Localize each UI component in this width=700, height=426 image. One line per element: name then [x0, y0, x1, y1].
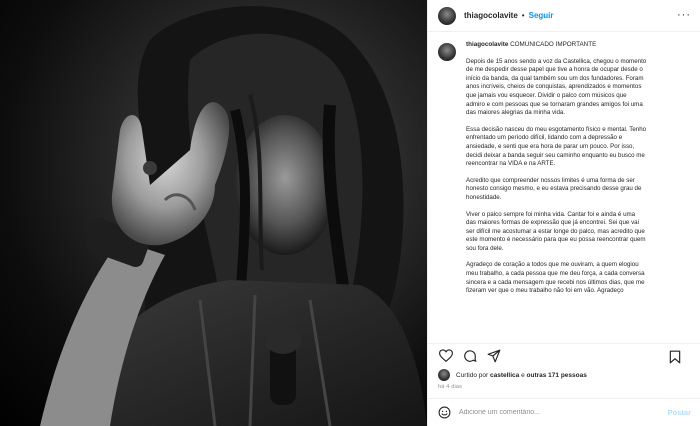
- caption-line: ser difícil me acostumar a estar longe d…: [466, 227, 645, 235]
- liker-avatar[interactable]: [438, 369, 450, 381]
- caption-line: reencontrar na VIDA e na ARTE.: [466, 160, 556, 168]
- heart-icon[interactable]: [438, 348, 453, 363]
- caption-line: ansiedade, e senti que era hora de parar…: [466, 142, 635, 150]
- likes-others-link[interactable]: outras 171 pessoas: [527, 372, 587, 379]
- likes-prefix: Curtido por: [456, 371, 489, 379]
- post-comment-button[interactable]: Postar: [668, 408, 691, 417]
- caption-line: das maiores alegrias da minha vida.: [466, 109, 566, 117]
- post-photo[interactable]: [0, 0, 427, 426]
- comment-bar: Postar: [428, 398, 700, 426]
- post-photo-illustration: [40, 6, 427, 426]
- likes-text: Curtido por castellica e outras 171 pess…: [456, 372, 587, 379]
- caption-line: Essa decisão nasceu do meu esgotamento f…: [466, 125, 647, 133]
- caption-line: anos incríveis, cheios de conquistas, ap…: [466, 83, 642, 91]
- follow-button[interactable]: Seguir: [529, 11, 554, 20]
- caption-line: que jamais vou esquecer. Dividir o palco…: [466, 91, 627, 99]
- caption-avatar[interactable]: [438, 43, 456, 61]
- caption-line: este momento é necessário para que eu po…: [466, 236, 646, 244]
- caption-line: Agradeço de coração a todos que me ouvir…: [466, 261, 639, 269]
- caption-line: sou fora dele.: [466, 244, 504, 252]
- comment-input[interactable]: [459, 409, 639, 416]
- caption-heading: thiagocolavite COMUNICADO IMPORTANTE: [466, 41, 687, 50]
- caption-line: honesto consigo mesmo, e eu estava preci…: [466, 185, 642, 193]
- caption-line: de me despedir desse papel que tive a ho…: [466, 66, 643, 74]
- caption-paragraph: Depois de 15 anos sendo a voz da Castell…: [466, 58, 687, 118]
- author-username[interactable]: thiagocolavite: [464, 11, 518, 20]
- likes-connector: e: [521, 371, 525, 379]
- caption-line: admiro e com pessoas que se tornaram gra…: [466, 100, 643, 108]
- caption-paragraph: Acredito que compreender nossos limites …: [466, 177, 687, 203]
- likes-summary: Curtido por castellica e outras 171 pess…: [438, 369, 587, 381]
- bookmark-icon[interactable]: [667, 349, 682, 364]
- caption-section: thiagocolavite COMUNICADO IMPORTANTE Dep…: [428, 33, 700, 343]
- caption-line: sincera e a cada mensagem que recebi nos…: [466, 278, 645, 286]
- caption-line: Acredito que compreender nossos limites …: [466, 176, 635, 184]
- liker-username[interactable]: castellica: [490, 372, 519, 379]
- post-panel: thiagocolavite • Seguir ··· thiagocolavi…: [427, 0, 700, 426]
- header-separator: •: [521, 11, 525, 20]
- caption-line: início da banda, da qual também sou um d…: [466, 74, 644, 82]
- post-header: thiagocolavite • Seguir ···: [428, 0, 700, 32]
- author-avatar[interactable]: [438, 6, 456, 25]
- caption-line: enfrentado um período difícil, lidando c…: [466, 134, 623, 142]
- caption-line: fizeram ver que o meu trabalho não foi e…: [466, 287, 624, 295]
- comment-icon[interactable]: [462, 348, 477, 363]
- caption-paragraph: Viver o palco sempre foi minha vida. Can…: [466, 211, 687, 254]
- post-timestamp[interactable]: há 4 dias: [438, 384, 462, 390]
- caption-line: honestidade.: [466, 193, 502, 201]
- caption-title: COMUNICADO IMPORTANTE: [510, 41, 597, 48]
- caption-username[interactable]: thiagocolavite: [466, 41, 508, 48]
- caption-line: Viver o palco sempre foi minha vida. Can…: [466, 210, 636, 218]
- action-bar: [428, 343, 700, 367]
- caption-line: meu trabalho, a cada pessoa que me deu f…: [466, 270, 645, 278]
- more-options-icon[interactable]: ···: [677, 10, 691, 21]
- caption-line: das maiores formas de expressão que já e…: [466, 219, 640, 227]
- caption-line: Depois de 15 anos sendo a voz da Castell…: [466, 57, 647, 65]
- emoji-icon[interactable]: [438, 406, 451, 419]
- share-icon[interactable]: [486, 348, 501, 363]
- caption-paragraph: Agradeço de coração a todos que me ouvir…: [466, 261, 687, 295]
- caption-paragraph: Essa decisão nasceu do meu esgotamento f…: [466, 126, 687, 169]
- caption-body: thiagocolavite COMUNICADO IMPORTANTE Dep…: [466, 41, 687, 343]
- caption-line: decidi deixar a banda seguir seu caminho…: [466, 151, 645, 159]
